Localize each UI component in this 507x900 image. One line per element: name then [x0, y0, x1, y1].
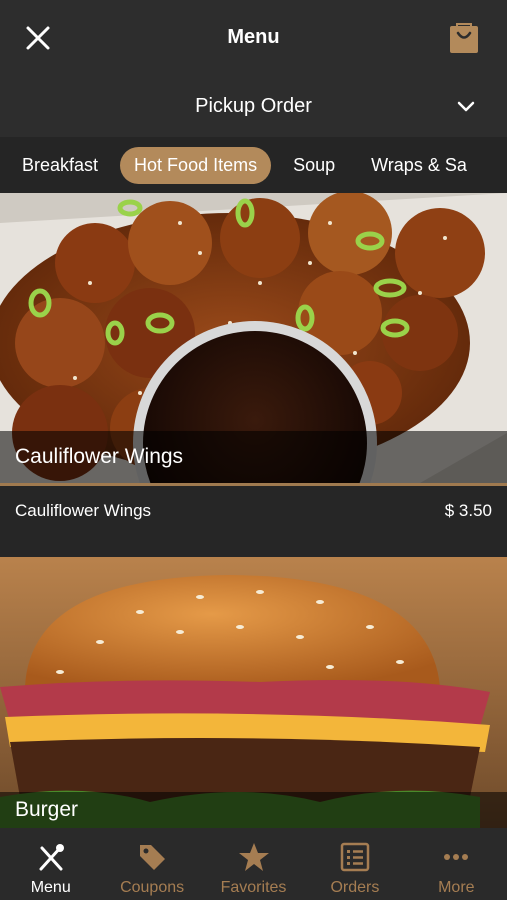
- tab-label: More: [438, 879, 475, 896]
- order-type-selector[interactable]: Pickup Order: [0, 75, 507, 137]
- order-type-label: Pickup Order: [195, 94, 312, 117]
- tab-label: Favorites: [220, 879, 287, 896]
- shopping-bag-icon: [450, 23, 478, 53]
- fork-knife-icon: [35, 841, 67, 873]
- top-bar: Menu: [0, 0, 507, 75]
- tab-label: Coupons: [120, 879, 185, 896]
- category-tab-hot-food-items[interactable]: Hot Food Items: [120, 146, 272, 184]
- cart-button[interactable]: [447, 20, 481, 56]
- star-icon: [238, 841, 270, 873]
- more-dots-icon: [440, 841, 472, 873]
- item-price-row[interactable]: Cauliflower Wings $ 3.50: [0, 483, 507, 558]
- tab-menu[interactable]: Menu: [0, 828, 101, 900]
- tab-label: Orders: [330, 879, 380, 896]
- bottom-tab-bar: Menu Coupons Favorites Orders More: [0, 828, 507, 900]
- category-tab-soup[interactable]: Soup: [279, 147, 349, 184]
- tag-icon: [136, 841, 168, 873]
- tab-more[interactable]: More: [406, 828, 507, 900]
- category-tabs: Breakfast Hot Food Items Soup Wraps & Sa: [0, 137, 507, 193]
- tab-label: Menu: [30, 879, 71, 896]
- close-icon: [26, 26, 50, 50]
- page-title: Menu: [227, 26, 280, 48]
- item-caption: Cauliflower Wings: [0, 431, 507, 483]
- tab-coupons[interactable]: Coupons: [101, 828, 202, 900]
- item-card-cauliflower-wings[interactable]: Cauliflower Wings: [0, 193, 507, 483]
- tab-favorites[interactable]: Favorites: [203, 828, 304, 900]
- item-caption-text: Cauliflower Wings: [15, 445, 184, 468]
- tab-orders[interactable]: Orders: [304, 828, 405, 900]
- item-caption: Burger: [0, 792, 507, 828]
- category-tab-wraps[interactable]: Wraps & Sa: [357, 147, 481, 184]
- close-button[interactable]: [22, 22, 54, 54]
- item-name: Cauliflower Wings: [15, 501, 152, 520]
- burger-photo: [0, 557, 507, 828]
- category-tab-breakfast[interactable]: Breakfast: [8, 147, 112, 184]
- list-icon: [339, 841, 371, 873]
- item-caption-text: Burger: [15, 798, 79, 821]
- chevron-down-icon: [457, 101, 475, 112]
- item-price: $ 3.50: [444, 501, 492, 520]
- item-card-burger[interactable]: Burger: [0, 557, 507, 828]
